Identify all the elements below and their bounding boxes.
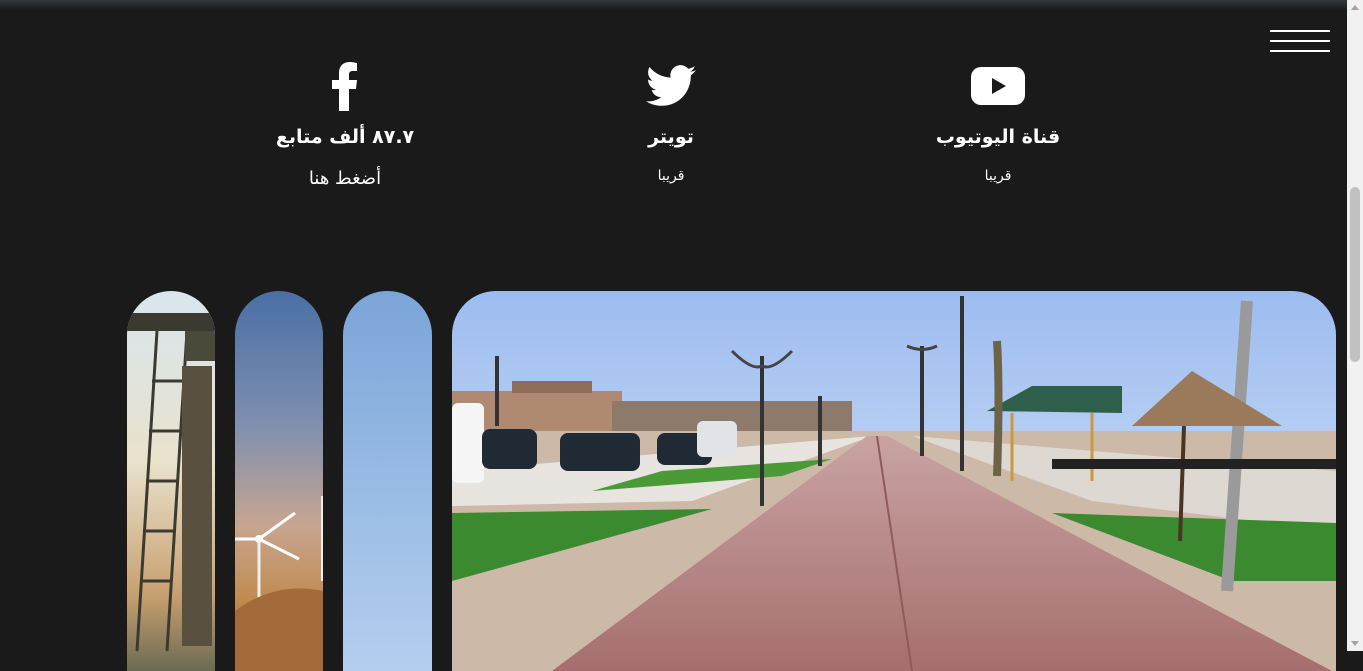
header-shadow — [0, 0, 1347, 10]
youtube-icon[interactable] — [868, 58, 1128, 114]
twitter-block: تويتر قريبا — [541, 58, 801, 184]
facebook-block: ٨٧.٧ ألف متابع أضغط هنا — [215, 58, 475, 189]
beach-promenade-image[interactable] — [452, 291, 1336, 671]
wind-turbine-thumbnail[interactable] — [235, 291, 323, 671]
facebook-icon[interactable] — [215, 58, 475, 114]
oil-derrick-thumbnail[interactable] — [127, 291, 215, 671]
vertical-scrollbar[interactable] — [1347, 0, 1363, 651]
sky-thumbnail[interactable] — [343, 291, 432, 671]
hamburger-menu-icon[interactable] — [1270, 30, 1330, 54]
twitter-status: قريبا — [657, 168, 685, 184]
scroll-down-arrow-icon[interactable] — [1351, 641, 1359, 646]
youtube-title: قناة اليوتيوب — [935, 126, 1061, 148]
scroll-up-arrow-icon[interactable] — [1351, 5, 1359, 10]
twitter-title: تويتر — [648, 126, 694, 148]
facebook-link[interactable]: أضغط هنا — [215, 168, 475, 189]
youtube-block: قناة اليوتيوب قريبا — [868, 58, 1128, 184]
facebook-followers: ٨٧.٧ ألف متابع — [275, 126, 415, 148]
youtube-status: قريبا — [984, 168, 1012, 184]
twitter-icon[interactable] — [541, 58, 801, 114]
scrollbar-thumb[interactable] — [1350, 187, 1360, 362]
